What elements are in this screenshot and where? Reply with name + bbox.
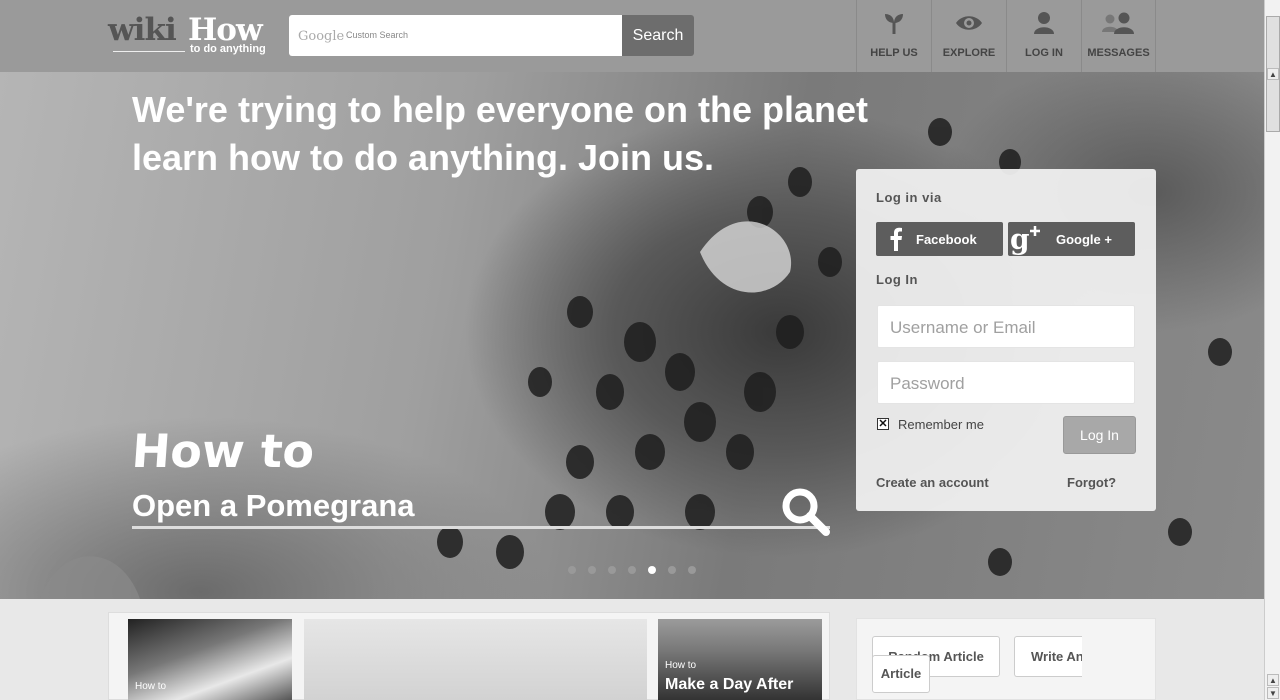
hero-title: We're trying to help everyone on the pla… [132,89,869,178]
search-placeholder: Custom Search [346,30,409,40]
scroll-up-button-icon[interactable]: ▲ [1267,674,1279,686]
scroll-down-arrow-icon[interactable]: ▼ [1267,687,1279,699]
logo-wiki: wiki [108,12,177,48]
google-plus-login-button[interactable]: g Google + [1008,222,1135,256]
search-input[interactable]: Google Custom Search [289,15,623,56]
slide-dot[interactable] [688,566,696,574]
login-heading: Log In [876,272,918,287]
scroll-up-arrow-icon[interactable]: ▲ [1267,68,1279,80]
login-panel: Log in via Facebook g Google + Log In Us… [856,169,1156,511]
slide-dot[interactable] [628,566,636,574]
top-nav: HELP US EXPLORE LOG IN MESSAGES [856,0,1156,72]
top-header: wiki How to do anything Google Custom Se… [0,0,1264,72]
how-to-heading: How to [130,424,317,478]
nav-label: MESSAGES [1087,47,1150,59]
nav-log-in[interactable]: LOG IN [1006,0,1081,72]
svg-text:g: g [1010,223,1030,255]
featured-article-card[interactable]: How to [128,619,292,700]
slide-dot[interactable] [608,566,616,574]
logo-tagline: to do anything [190,43,266,55]
logo-underline [113,51,185,52]
nav-help-us[interactable]: HELP US [856,0,931,72]
user-icon [1034,12,1054,34]
google-plus-label: Google + [1056,232,1112,247]
remember-me-label: Remember me [898,417,984,432]
search-button[interactable]: Search [622,15,694,56]
slide-dots [568,566,696,574]
nav-label: LOG IN [1025,47,1063,59]
slide-dot[interactable] [668,566,676,574]
featured-article-card[interactable]: How to Make a Day After [658,619,822,700]
password-field[interactable]: Password [877,361,1135,404]
slide-dot-active[interactable] [648,566,656,574]
facebook-icon [890,227,902,251]
write-article-button[interactable]: Write An [1014,636,1082,677]
search-icon[interactable] [780,486,832,538]
featured-article-card[interactable] [304,619,647,700]
users-icon [1101,12,1134,34]
create-account-link[interactable]: Create an account [876,475,989,490]
google-plus-icon: g [1010,223,1040,255]
login-via-heading: Log in via [876,190,942,205]
facebook-login-button[interactable]: Facebook [876,222,1003,256]
how-to-search-input[interactable]: Open a Pomegrana [132,488,415,524]
nav-explore[interactable]: EXPLORE [931,0,1006,72]
how-to-underline [132,526,830,529]
card-title: Make a Day After [665,676,794,693]
slide-dot[interactable] [588,566,596,574]
card-how-to: How to [135,681,167,692]
wikihow-logo[interactable]: wiki How to do anything [108,12,273,58]
nav-label: HELP US [870,47,918,59]
card-how-to: How to [665,660,697,671]
forgot-link[interactable]: Forgot? [1067,475,1116,490]
username-field[interactable]: Username or Email [877,305,1135,348]
write-article-button-continued[interactable]: Article [872,655,930,693]
slide-dot[interactable] [568,566,576,574]
nav-label: EXPLORE [942,47,996,59]
nav-messages[interactable]: MESSAGES [1081,0,1156,72]
sprout-icon [885,14,903,34]
eye-icon [956,16,982,30]
facebook-label: Facebook [916,232,977,247]
google-brand: Google [298,29,345,44]
log-in-button[interactable]: Log In [1063,416,1136,454]
page-scrollbar[interactable]: ▲ ▲ ▼ [1264,0,1280,700]
remember-me-checkbox[interactable]: ✕ [877,418,889,430]
